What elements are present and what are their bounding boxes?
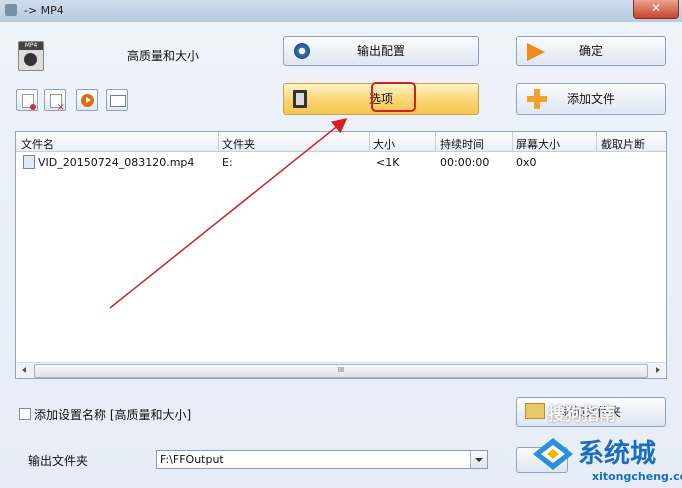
annotation-arrow bbox=[109, 118, 348, 309]
